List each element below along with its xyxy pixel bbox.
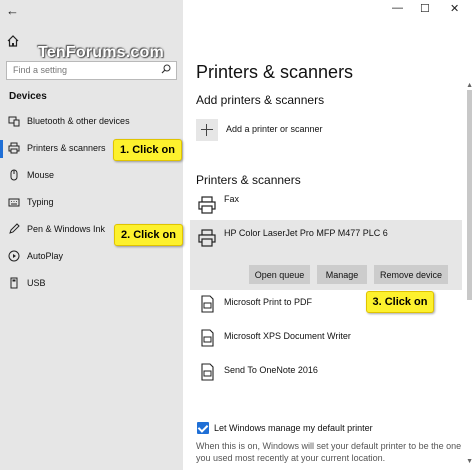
- document-printer-icon: [201, 295, 214, 313]
- default-printer-checkbox[interactable]: [197, 422, 209, 434]
- bluetooth-icon: [8, 116, 20, 127]
- search-icon: [161, 64, 171, 74]
- printer-name: HP Color LaserJet Pro MFP M477 PLC 6: [224, 228, 388, 238]
- add-printers-heading: Add printers & scanners: [196, 93, 325, 107]
- watermark: TenForums.com: [38, 44, 164, 61]
- step2-callout: 2. Click on: [114, 224, 183, 246]
- search-input[interactable]: Find a setting: [6, 61, 177, 80]
- main-panel: — ☐ ✕ Printers & scanners Add printers &…: [183, 0, 474, 470]
- sidebar-item-bluetooth[interactable]: Bluetooth & other devices: [0, 111, 183, 133]
- sidebar-item-label: Pen & Windows Ink: [27, 224, 106, 234]
- scroll-up-arrow[interactable]: ▲: [466, 82, 473, 89]
- mouse-icon: [10, 169, 18, 181]
- printer-name: Send To OneNote 2016: [224, 365, 318, 375]
- printer-item-hp[interactable]: HP Color LaserJet Pro MFP M477 PLC 6: [196, 225, 458, 249]
- printer-item-fax[interactable]: Fax: [196, 192, 458, 216]
- autoplay-icon: [8, 250, 20, 262]
- maximize-button[interactable]: ☐: [420, 2, 430, 15]
- sidebar-item-typing[interactable]: Typing: [0, 192, 183, 214]
- printer-name: Microsoft Print to PDF: [224, 297, 313, 307]
- default-printer-description: When this is on, Windows will set your d…: [196, 441, 462, 463]
- page-title: Printers & scanners: [196, 62, 354, 82]
- printer-item-onenote[interactable]: Send To OneNote 2016: [196, 362, 458, 386]
- sidebar-item-usb[interactable]: USB: [0, 273, 183, 295]
- document-printer-icon: [201, 329, 214, 347]
- remove-device-button[interactable]: Remove device: [374, 265, 448, 284]
- devices-section-header: Devices: [9, 91, 47, 102]
- window-controls: — ☐ ✕: [374, 0, 474, 18]
- sidebar-item-mouse[interactable]: Mouse: [0, 165, 183, 187]
- search-placeholder: Find a setting: [13, 65, 68, 75]
- printer-name: Microsoft XPS Document Writer: [224, 331, 351, 341]
- printer-name: Fax: [224, 194, 240, 204]
- sidebar-item-label: AutoPlay: [27, 251, 64, 261]
- manage-button[interactable]: Manage: [317, 265, 367, 284]
- default-printer-label[interactable]: Let Windows manage my default printer: [214, 423, 373, 433]
- printers-list-heading: Printers & scanners: [196, 173, 301, 187]
- document-printer-icon: [201, 363, 214, 381]
- close-button[interactable]: ✕: [450, 2, 459, 15]
- sidebar-item-label: Mouse: [27, 170, 55, 180]
- minimize-button[interactable]: —: [392, 2, 403, 14]
- step1-callout: 1. Click on: [113, 139, 182, 161]
- printer-icon: [198, 229, 216, 247]
- sidebar-item-label: Typing: [27, 197, 54, 207]
- printer-icon: [8, 142, 20, 154]
- sidebar-item-autoplay[interactable]: AutoPlay: [0, 246, 183, 268]
- printer-icon: [198, 196, 216, 214]
- scroll-down-arrow[interactable]: ▼: [466, 458, 473, 465]
- usb-icon: [10, 277, 18, 289]
- keyboard-icon: [8, 198, 20, 207]
- back-button[interactable]: ←: [6, 3, 19, 18]
- open-queue-button[interactable]: Open queue: [249, 265, 310, 284]
- add-printer-label[interactable]: Add a printer or scanner: [226, 124, 323, 134]
- home-icon[interactable]: [6, 34, 20, 48]
- step3-callout: 3. Click on: [366, 291, 434, 313]
- printer-item-xps[interactable]: Microsoft XPS Document Writer: [196, 328, 458, 352]
- sidebar-item-label: Bluetooth & other devices: [27, 116, 130, 126]
- sidebar-item-label: Printers & scanners: [27, 143, 106, 153]
- scrollbar-thumb[interactable]: [467, 90, 472, 300]
- add-printer-button[interactable]: [196, 119, 218, 141]
- pen-icon: [9, 223, 20, 234]
- sidebar-item-label: USB: [27, 278, 46, 288]
